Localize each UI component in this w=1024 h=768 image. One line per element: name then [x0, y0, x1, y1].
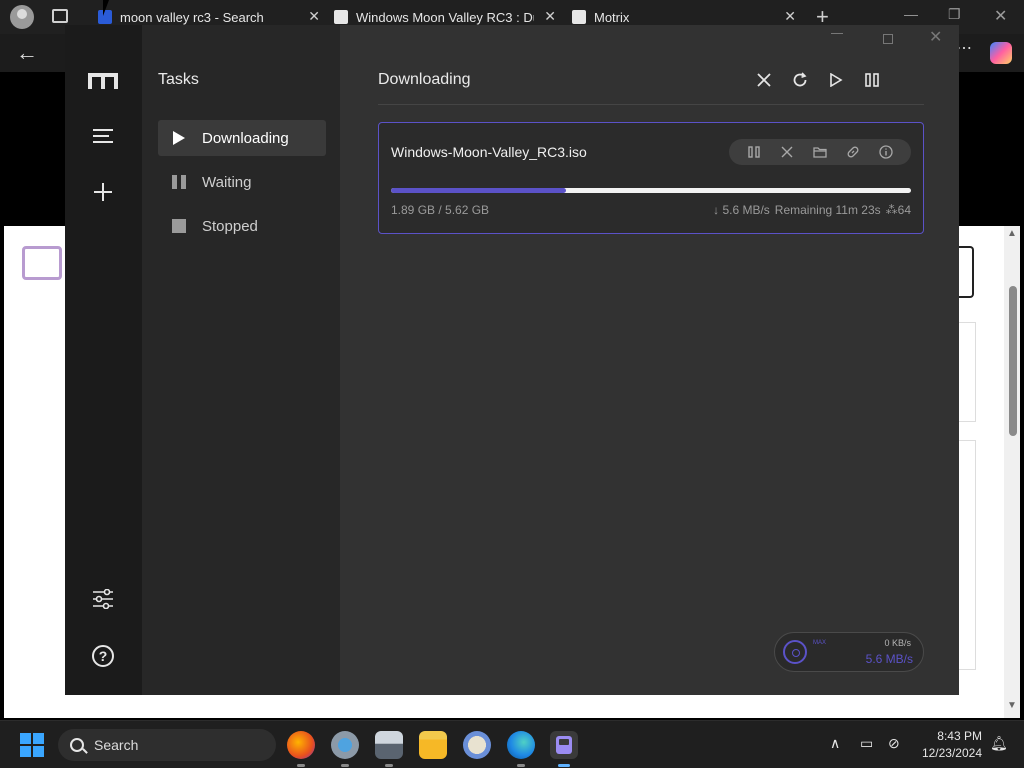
page-title: Downloading	[378, 71, 471, 88]
taskbar: Search ∧ ▭ ⊘ 8:43 PM 12/23/2024 🔔︎	[0, 720, 1024, 768]
nav-item-stopped[interactable]: Stopped	[158, 208, 326, 244]
clock-time: 8:43 PM	[937, 729, 982, 743]
speedometer[interactable]: MAX 0 KB/s 5.6 MB/s	[774, 632, 924, 672]
task-action-bar	[729, 139, 911, 165]
link-icon[interactable]	[843, 142, 863, 162]
tray-overflow-icon[interactable]: ∧	[830, 735, 840, 752]
info-icon[interactable]	[876, 142, 896, 162]
speed-gauge-icon	[783, 640, 807, 664]
help-icon[interactable]: ?	[87, 640, 119, 672]
connections-count: ⁂64	[885, 203, 911, 217]
delete-all-icon[interactable]	[753, 69, 775, 91]
stop-icon	[172, 219, 186, 233]
nav-item-downloading[interactable]: Downloading	[158, 120, 326, 156]
tab-title: moon valley rc3 - Search	[120, 9, 264, 25]
pause-all-icon[interactable]	[861, 69, 883, 91]
scroll-up-icon[interactable]: ▲	[1007, 228, 1017, 239]
nav-item-label: Stopped	[202, 217, 258, 235]
file-explorer-icon[interactable]	[419, 731, 447, 759]
progress-bar	[391, 188, 911, 193]
download-speed: ↓ 5.6 MB/s	[713, 203, 770, 217]
upload-speed: 0 KB/s	[884, 638, 911, 648]
task-stats: ↓ 5.6 MB/s Remaining 11m 23s ⁂64	[713, 203, 911, 217]
clock-date: 12/23/2024	[921, 746, 982, 760]
tasks-subnav: Tasks Downloading Waiting Stopped	[142, 25, 340, 695]
page-card-edge	[958, 440, 976, 670]
tab-close-icon[interactable]: ✕	[784, 8, 796, 25]
pause-icon	[172, 175, 186, 189]
page-card-edge	[958, 322, 976, 422]
edge-icon[interactable]	[507, 731, 535, 767]
paint-icon[interactable]	[463, 731, 491, 759]
delete-task-icon[interactable]	[777, 142, 797, 162]
task-size: 1.89 GB / 5.62 GB	[391, 203, 490, 217]
task-item[interactable]: Windows-Moon-Valley_RC3.iso 1.89 GB / 5.…	[378, 122, 924, 234]
app-rail: ?	[65, 25, 142, 695]
menu-icon[interactable]	[87, 120, 119, 152]
tab-close-icon[interactable]: ✕	[544, 8, 556, 25]
motrix-favicon-icon	[572, 10, 586, 24]
nav-item-label: Downloading	[202, 129, 289, 147]
motrix-window: ✕ ? Tasks Downloading Waiting Stopped Do…	[65, 25, 959, 695]
search-icon	[70, 738, 84, 752]
copilot-icon[interactable]	[990, 42, 1012, 64]
notification-bell-icon[interactable]: 🔔︎	[990, 735, 1008, 752]
back-arrow-icon[interactable]: ←	[16, 40, 38, 66]
network-icon[interactable]: ⊘	[888, 735, 900, 752]
divider	[378, 104, 924, 105]
display-icon[interactable]: ▭	[860, 735, 873, 752]
search-label: Search	[94, 737, 139, 753]
firefox-icon[interactable]	[287, 731, 315, 767]
speed-max-label: MAX	[813, 640, 827, 646]
resume-all-icon[interactable]	[825, 69, 847, 91]
settings-sliders-icon[interactable]	[87, 583, 119, 615]
motrix-logo-icon	[87, 65, 119, 97]
play-icon	[172, 131, 186, 145]
nav-item-label: Waiting	[202, 173, 252, 191]
settings-app-icon[interactable]	[331, 731, 359, 767]
motrix-taskbar-icon[interactable]	[550, 731, 578, 767]
task-list-panel: Downloading Windows-Moon-Valley_RC3.iso	[340, 25, 959, 695]
printer-icon[interactable]	[375, 731, 403, 767]
scroll-thumb[interactable]	[1009, 286, 1017, 436]
nav-item-waiting[interactable]: Waiting	[158, 164, 326, 200]
folder-icon[interactable]	[810, 142, 830, 162]
time-remaining: Remaining 11m 23s	[774, 203, 881, 217]
taskbar-search[interactable]: Search	[58, 729, 276, 761]
close-icon[interactable]: ✕	[994, 6, 1007, 26]
profile-avatar[interactable]	[10, 5, 34, 29]
total-download-speed: 5.6 MB/s	[865, 652, 913, 666]
page-button-edge[interactable]	[958, 246, 974, 298]
scroll-down-icon[interactable]: ▼	[1007, 700, 1017, 711]
task-name: Windows-Moon-Valley_RC3.iso	[391, 144, 587, 160]
taskbar-clock[interactable]: 8:43 PM 12/23/2024	[918, 729, 982, 760]
image-placeholder-icon	[22, 246, 62, 280]
tab-close-icon[interactable]: ✕	[308, 8, 320, 25]
tab-title: Motrix	[594, 9, 630, 25]
refresh-icon[interactable]	[789, 69, 811, 91]
subnav-title: Tasks	[158, 71, 199, 88]
archive-favicon-icon	[334, 10, 348, 24]
mouse-cursor-icon	[103, 0, 115, 16]
tab-actions-icon[interactable]	[52, 9, 68, 23]
progress-fill	[391, 188, 566, 193]
tab-title: Windows Moon Valley RC3 : Dum	[356, 9, 534, 25]
add-task-icon[interactable]	[87, 176, 119, 208]
restore-icon[interactable]: ❐	[948, 6, 961, 23]
pause-task-icon[interactable]	[744, 142, 764, 162]
windows-start-icon[interactable]	[20, 733, 44, 757]
minimize-icon[interactable]: —	[904, 6, 918, 22]
